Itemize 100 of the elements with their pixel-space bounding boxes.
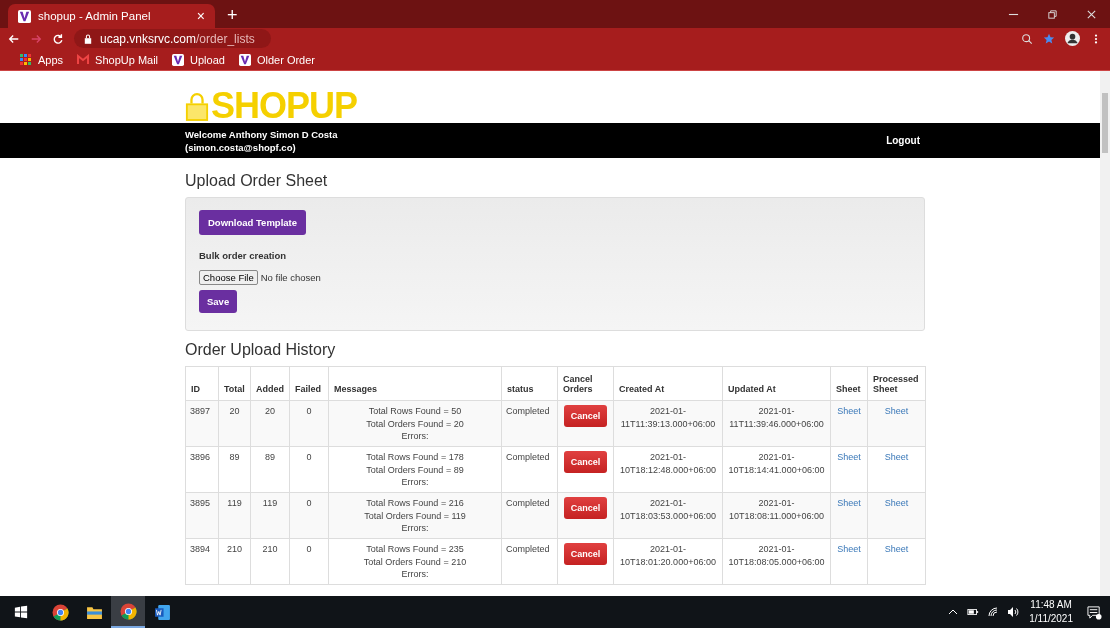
section-title: Upload Order Sheet — [185, 172, 329, 190]
message-line: Errors: — [400, 476, 430, 489]
table-cell: 119 — [250, 492, 290, 539]
v-logo-icon — [18, 9, 31, 23]
choose-file-button[interactable]: Choose File — [199, 270, 258, 285]
table-cell: 0 — [289, 400, 329, 447]
column-header: Failed — [289, 366, 329, 401]
battery-icon[interactable] — [967, 606, 980, 618]
field-label: Bulk order creation — [199, 250, 287, 261]
reload-icon[interactable] — [52, 32, 64, 45]
processed-sheet-link[interactable]: Sheet — [884, 498, 909, 508]
section-title: Order Upload History — [185, 341, 337, 359]
chrome-icon — [51, 603, 69, 621]
table-cell: 2021-01-10T18:14:41.000+06:00 — [722, 446, 831, 493]
table-cell: 210 — [250, 538, 290, 585]
table-cell: Completed — [501, 492, 558, 539]
mail-icon — [77, 53, 90, 66]
message-line: Errors: — [400, 522, 430, 535]
volume-icon[interactable] — [1007, 606, 1020, 618]
processed-sheet-link[interactable]: Sheet — [884, 406, 909, 416]
table-cell: Completed — [501, 538, 558, 585]
table-cell: 2021-01-10T18:03:53.000+06:00 — [613, 492, 723, 539]
table-cell: 89 — [218, 446, 251, 493]
wifi-icon[interactable] — [987, 606, 1000, 618]
sheet-link[interactable]: Sheet — [837, 498, 861, 508]
zoom-icon[interactable] — [1021, 32, 1033, 45]
message-line: Total Orders Found = 20 — [365, 417, 465, 430]
column-header: Updated At — [722, 366, 831, 401]
browser-tab[interactable]: shopup - Admin Panel × — [8, 4, 215, 28]
cancel-button[interactable]: Cancel — [563, 543, 608, 565]
message-line: Total Rows Found = 50 — [367, 405, 463, 418]
message-line: Total Orders Found = 119 — [363, 509, 467, 522]
star-icon[interactable] — [1043, 32, 1055, 45]
cancel-button[interactable]: Cancel — [563, 497, 608, 519]
table-cell: 2021-01-10T18:08:05.000+06:00 — [722, 538, 831, 585]
chrome-icon — [119, 602, 137, 620]
column-header: Processed Sheet — [867, 366, 926, 401]
clock-time[interactable]: 11:48 AM — [1030, 598, 1072, 612]
processed-sheet-link[interactable]: Sheet — [884, 544, 909, 554]
message-line: Errors: — [400, 568, 430, 581]
cancel-button[interactable]: Cancel — [563, 405, 608, 427]
processed-sheet-link[interactable]: Sheet — [884, 452, 909, 462]
save-button[interactable]: Save — [199, 290, 238, 313]
bookmark[interactable]: Upload — [172, 53, 225, 66]
table-cell: 89 — [250, 446, 290, 493]
welcome-text: Welcome Anthony Simon D Costa — [185, 127, 338, 141]
column-header: Created At — [613, 366, 723, 401]
message-line: Total Rows Found = 216 — [365, 497, 465, 510]
table-cell: 3897 — [185, 400, 219, 447]
column-header: Messages — [328, 366, 502, 401]
v-logo-icon — [238, 53, 251, 66]
restore-icon[interactable] — [1047, 9, 1058, 20]
tab-title: shopup - Admin Panel — [38, 10, 152, 22]
logout-link[interactable]: Logout — [886, 135, 920, 146]
bookmark[interactable]: ShopUp Mail — [77, 53, 159, 66]
cancel-button[interactable]: Cancel — [563, 451, 608, 473]
table-cell: 0 — [289, 492, 329, 539]
lock-icon — [84, 33, 92, 44]
table-cell: 3895 — [185, 492, 219, 539]
scrollbar[interactable] — [1100, 71, 1110, 596]
shopup-logo: SHOPUP — [185, 89, 358, 123]
column-header: Added — [250, 366, 290, 401]
back-arrow-icon[interactable] — [8, 32, 20, 45]
message-line: Total Orders Found = 89 — [365, 463, 465, 476]
apps-grid-icon — [20, 53, 32, 66]
table-cell: Completed — [501, 446, 558, 493]
new-tab-button[interactable]: + — [227, 5, 238, 25]
sheet-link[interactable]: Sheet — [837, 544, 861, 554]
tab-close-button[interactable]: × — [196, 8, 205, 24]
column-header: Cancel Orders — [557, 366, 614, 401]
taskbar-app[interactable] — [111, 596, 145, 628]
column-header: Sheet — [830, 366, 868, 401]
column-header: status — [501, 366, 558, 401]
word-icon — [153, 603, 171, 621]
table-cell: 0 — [289, 446, 329, 493]
table-cell: 2021-01-10T18:08:11.000+06:00 — [722, 492, 831, 539]
table-cell: 0 — [289, 538, 329, 585]
table-cell: 2021-01-11T11:39:46.000+06:00 — [722, 400, 831, 447]
message-line: Errors: — [400, 430, 430, 443]
windows-start-icon[interactable] — [14, 605, 28, 619]
avatar-icon[interactable] — [1065, 31, 1080, 46]
column-header: ID — [185, 366, 219, 401]
close-icon[interactable] — [1086, 9, 1097, 20]
table-cell: 20 — [218, 400, 251, 447]
file-status: No file chosen — [260, 272, 321, 283]
table-cell: 2021-01-10T18:12:48.000+06:00 — [613, 446, 723, 493]
message-line: Total Orders Found = 210 — [362, 555, 468, 568]
sheet-link[interactable]: Sheet — [837, 406, 861, 416]
table-cell: 3894 — [185, 538, 219, 585]
column-header: Total — [218, 366, 251, 401]
notification-icon[interactable] — [1087, 604, 1102, 620]
table-cell: 119 — [218, 492, 251, 539]
sheet-link[interactable]: Sheet — [837, 452, 861, 462]
download-template-button[interactable]: Download Template — [199, 210, 307, 235]
bookmark[interactable]: Older Order — [238, 53, 315, 66]
address-field[interactable]: ucap.vnksrvc.com/order_lists — [74, 29, 271, 48]
bookmark[interactable]: Apps — [20, 53, 64, 66]
user-email: (simon.costa@shopf.co) — [185, 140, 297, 154]
clock-date[interactable]: 1/11/2021 — [1029, 612, 1073, 626]
v-logo-icon — [172, 53, 185, 66]
